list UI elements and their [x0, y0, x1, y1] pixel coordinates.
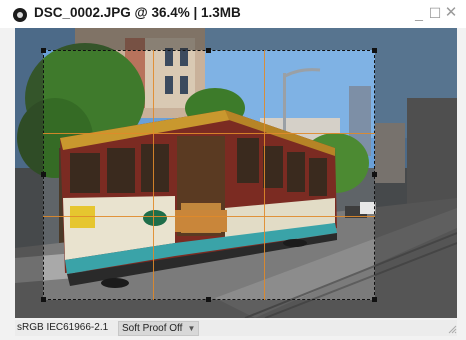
crop-guide-vertical [264, 50, 265, 300]
camera-lens-icon [13, 8, 27, 22]
crop-rectangle[interactable] [43, 50, 375, 300]
image-canvas[interactable] [15, 28, 457, 318]
chevron-down-icon: ▼ [187, 324, 196, 333]
title-bar[interactable]: DSC_0002.JPG @ 36.4% | 1.3MB _ ☐ ✕ [0, 0, 466, 28]
crop-handle-bottom-right[interactable] [372, 297, 377, 302]
crop-guide-horizontal [43, 133, 375, 134]
image-window: DSC_0002.JPG @ 36.4% | 1.3MB _ ☐ ✕ sRGB … [0, 0, 466, 340]
soft-proof-label: Soft Proof Off [122, 323, 183, 334]
crop-handle-middle-left[interactable] [41, 172, 46, 177]
crop-mask-right [375, 50, 457, 300]
status-bar: sRGB IEC61966-2.1 Soft Proof Off ▼ [15, 320, 457, 336]
crop-handle-bottom-left[interactable] [41, 297, 46, 302]
crop-mask-bottom [15, 300, 457, 318]
crop-guide-vertical [153, 50, 154, 300]
close-button[interactable]: ✕ [444, 5, 458, 21]
crop-handle-top-right[interactable] [372, 48, 377, 53]
crop-handle-middle-right[interactable] [372, 172, 377, 177]
crop-handle-bottom-center[interactable] [206, 297, 211, 302]
color-profile-label: sRGB IEC61966-2.1 [17, 322, 109, 333]
resize-grip-icon[interactable] [447, 324, 457, 334]
crop-guide-horizontal [43, 216, 375, 217]
crop-handle-top-center[interactable] [206, 48, 211, 53]
crop-mask-top [15, 28, 457, 50]
soft-proof-dropdown[interactable]: Soft Proof Off ▼ [118, 321, 200, 336]
maximize-button[interactable]: ☐ [428, 5, 442, 21]
crop-handle-top-left[interactable] [41, 48, 46, 53]
window-title: DSC_0002.JPG @ 36.4% | 1.3MB [34, 5, 241, 20]
minimize-button[interactable]: _ [412, 5, 426, 21]
crop-mask-left [15, 50, 43, 300]
